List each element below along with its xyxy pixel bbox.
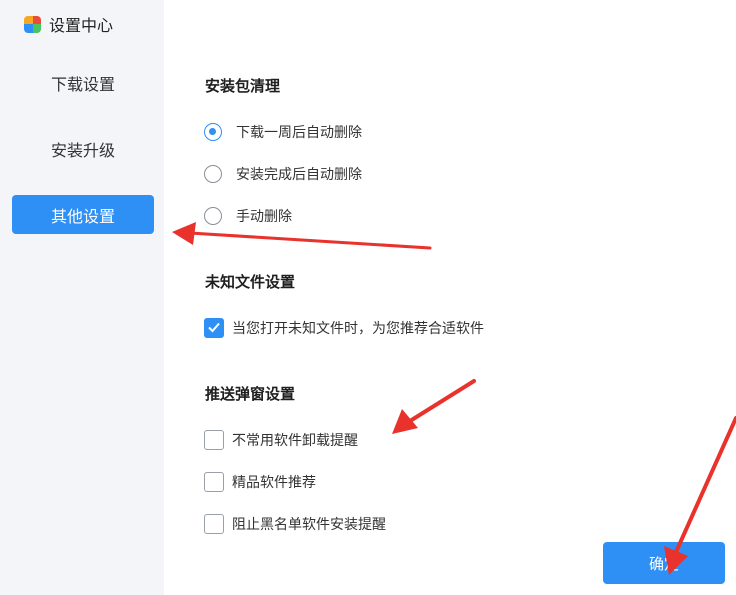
checkbox-option-featured-software[interactable]: 精品软件推荐	[204, 472, 316, 492]
checkbox-label: 精品软件推荐	[232, 475, 316, 491]
checkbox-label: 当您打开未知文件时，为您推荐合适软件	[232, 321, 484, 337]
radio-unchecked-icon[interactable]	[204, 207, 222, 225]
sidebar-item-download-settings[interactable]: 下载设置	[12, 63, 154, 102]
section-title-push-popup: 推送弹窗设置	[205, 385, 296, 403]
settings-window: 设置中心 下载设置 安装升级 其他设置 安装包清理 下载一周后自动删除 安装完成…	[0, 0, 736, 595]
radio-option-delete-after-week[interactable]: 下载一周后自动删除	[204, 122, 362, 142]
radio-label: 下载一周后自动删除	[236, 125, 362, 141]
section-title-package-cleanup: 安装包清理	[205, 77, 281, 95]
checkbox-unchecked-icon[interactable]	[204, 514, 224, 534]
radio-unchecked-icon[interactable]	[204, 165, 222, 183]
radio-label: 安装完成后自动删除	[236, 167, 362, 183]
section-title-unknown-files: 未知文件设置	[205, 273, 296, 291]
radio-checked-icon[interactable]	[204, 123, 222, 141]
sidebar-item-install-upgrade[interactable]: 安装升级	[12, 129, 154, 168]
checkbox-option-uninstall-reminder[interactable]: 不常用软件卸载提醒	[204, 430, 358, 450]
sidebar: 设置中心 下载设置 安装升级 其他设置	[0, 0, 164, 595]
app-logo-icon	[24, 15, 41, 33]
checkbox-label: 不常用软件卸载提醒	[232, 433, 358, 449]
checkbox-checked-icon[interactable]	[204, 318, 224, 338]
annotation-arrow-push-option	[392, 379, 476, 434]
radio-label: 手动删除	[236, 209, 292, 225]
checkbox-option-blacklist-reminder[interactable]: 阻止黑名单软件安装提醒	[204, 514, 386, 534]
checkbox-unchecked-icon[interactable]	[204, 430, 224, 450]
radio-option-delete-after-install[interactable]: 安装完成后自动删除	[204, 164, 362, 184]
app-title: 设置中心	[24, 12, 113, 36]
confirm-button[interactable]: 确定	[603, 542, 725, 584]
app-title-text: 设置中心	[49, 16, 114, 35]
checkbox-unchecked-icon[interactable]	[204, 472, 224, 492]
sidebar-item-other-settings[interactable]: 其他设置	[12, 195, 154, 234]
radio-option-manual-delete[interactable]: 手动删除	[204, 206, 292, 226]
checkbox-label: 阻止黑名单软件安装提醒	[232, 517, 386, 533]
checkbox-option-recommend-software[interactable]: 当您打开未知文件时，为您推荐合适软件	[204, 318, 484, 338]
